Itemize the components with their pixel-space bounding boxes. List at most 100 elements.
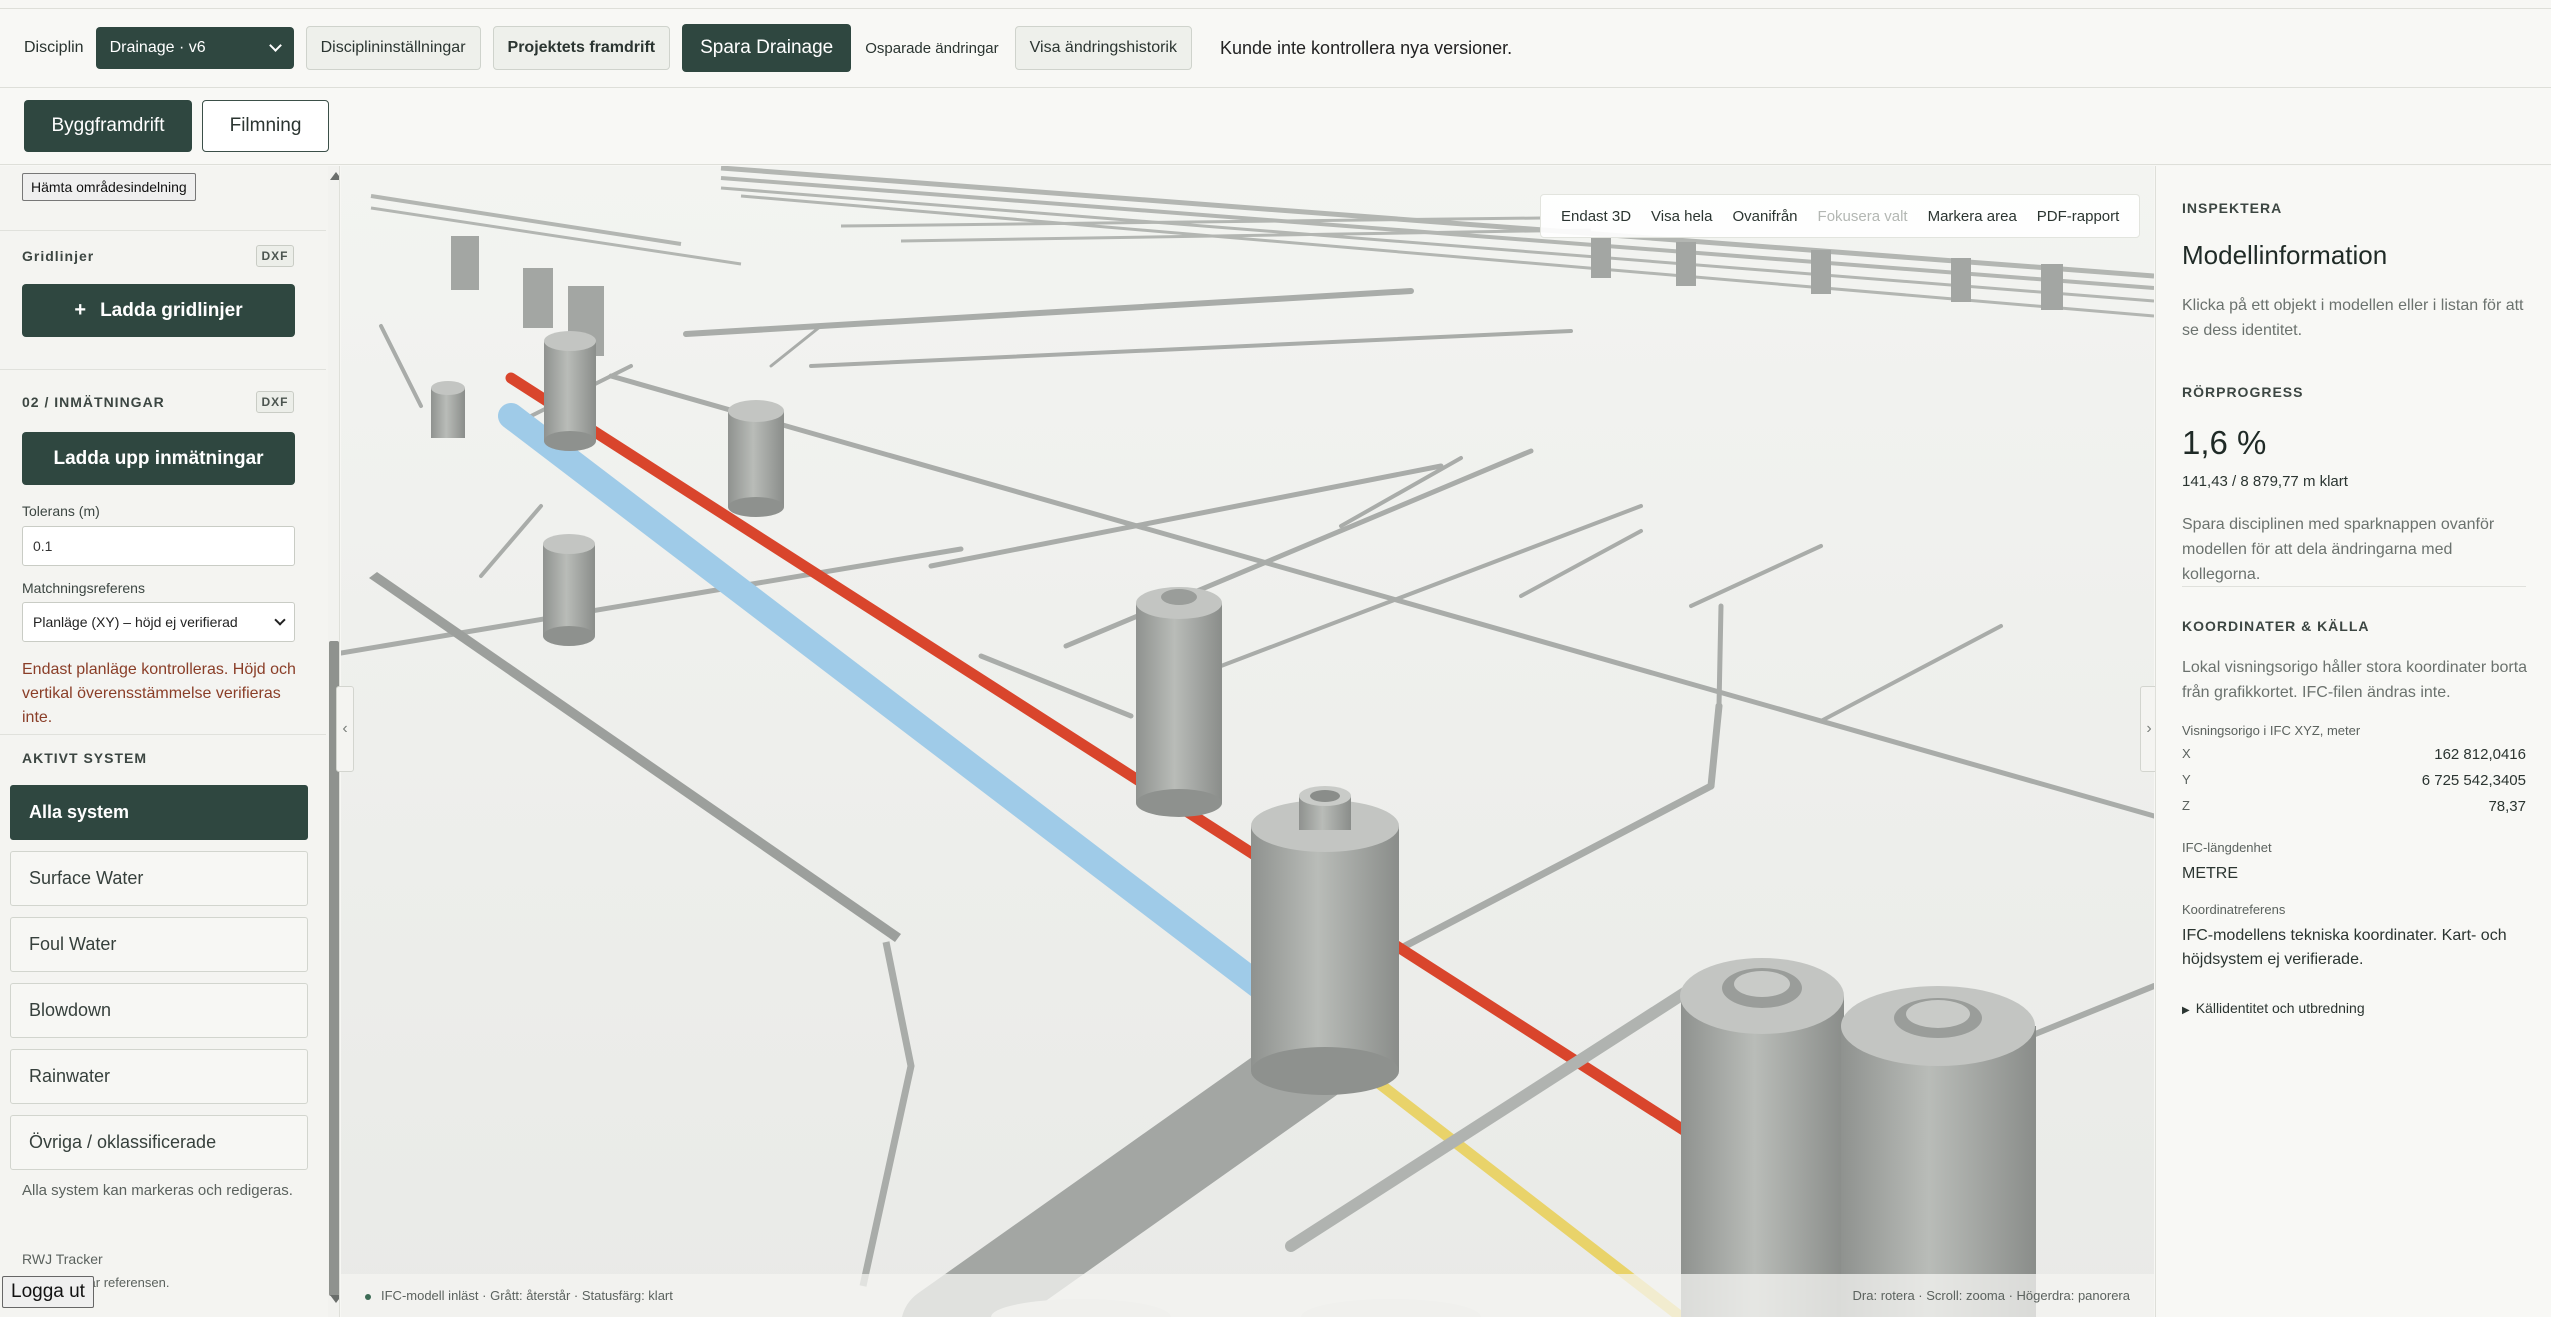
matching-reference-label: Matchningsreferens <box>22 580 145 596</box>
manhole <box>1680 958 1844 1317</box>
left-sidebar: Hämta områdesindelning Gridlinjer DXF + … <box>0 166 340 1317</box>
pipe-progress-note: Spara disciplinen med sparknappen ovanfö… <box>2182 516 2495 583</box>
pdf-report-button[interactable]: PDF-rapport <box>2027 208 2130 225</box>
system-item-rainwater[interactable]: Rainwater <box>10 1049 308 1104</box>
version-check-message: Kunde inte kontrollera nya versioner. <box>1219 37 1513 58</box>
collapse-left-panel-button[interactable]: ‹ <box>336 686 354 772</box>
plus-icon: + <box>74 299 87 321</box>
source-identity-label: Källidentitet och utbredning <box>2195 1000 2365 1016</box>
coord-z-label: Z <box>2182 798 2190 813</box>
coord-y-row: Y 6 725 542,3405 <box>2182 772 2526 789</box>
scroll-up-icon[interactable] <box>330 172 339 180</box>
active-system-note: Alla system kan markeras och redigeras. <box>22 1182 293 1199</box>
scroll-down-icon[interactable] <box>330 1295 339 1303</box>
unit-label: IFC-längdenhet <box>2182 840 2272 855</box>
fetch-areas-button[interactable]: Hämta områdesindelning <box>22 173 196 201</box>
system-item-surface-water[interactable]: Surface Water <box>10 851 308 906</box>
chevron-right-icon: › <box>2146 720 2152 737</box>
unit-value: METRE <box>2182 865 2238 882</box>
top-view-button[interactable]: Ovanifrån <box>1722 208 1807 225</box>
divider <box>2182 586 2526 587</box>
system-item-all[interactable]: Alla system <box>10 785 308 840</box>
system-item-foul-water[interactable]: Foul Water <box>10 917 308 972</box>
gridlines-heading: Gridlinjer <box>22 248 95 264</box>
origin-label: Visningsorigo i IFC XYZ, meter <box>2182 723 2361 738</box>
top-bar: Disciplin Drainage · v6 Disciplininställ… <box>0 8 2551 88</box>
manhole <box>1841 986 2036 1317</box>
triangle-right-icon: ▶ <box>2182 1005 2190 1016</box>
chevron-down-icon <box>268 39 282 52</box>
chevron-down-icon <box>274 613 286 626</box>
system-item-other[interactable]: Övriga / oklassificerade <box>10 1115 308 1170</box>
coord-y-value: 6 725 542,3405 <box>2421 772 2526 789</box>
show-all-button[interactable]: Visa hela <box>1641 208 1722 225</box>
viewport-status-bar: IFC-modell inläst · Grått: återstår · St… <box>341 1274 2154 1317</box>
divider <box>0 734 326 735</box>
discipline-select-value: Drainage · v6 <box>109 39 206 56</box>
coord-ref-label: Koordinatreferens <box>2182 902 2286 917</box>
model-status: IFC-modell inläst · Grått: återstår · St… <box>365 1288 673 1303</box>
tab-filming[interactable]: Filmning <box>202 100 329 152</box>
system-item-blowdown[interactable]: Blowdown <box>10 983 308 1038</box>
tab-construction-progress[interactable]: Byggframdrift <box>24 100 192 152</box>
coord-x-value: 162 812,0416 <box>2434 746 2526 763</box>
model-viewport[interactable]: Endast 3D Visa hela Ovanifrån Fokusera v… <box>341 166 2154 1317</box>
logout-button[interactable]: Logga ut <box>2 1276 94 1308</box>
viewport-toolbar: Endast 3D Visa hela Ovanifrån Fokusera v… <box>1540 194 2141 238</box>
coord-z-row: Z 78,37 <box>2182 798 2526 815</box>
pipe-progress-detail: 141,43 / 8 879,77 m klart <box>2182 473 2348 490</box>
discipline-label: Disciplin <box>24 39 84 56</box>
pipe-model-render[interactable] <box>341 166 2154 1317</box>
manhole <box>543 534 595 646</box>
inspect-heading: INSPEKTERA <box>2182 200 2283 216</box>
save-discipline-button[interactable]: Spara Drainage <box>682 24 852 72</box>
coord-z-value: 78,37 <box>2488 798 2526 815</box>
manhole <box>1136 587 1222 817</box>
inspector-panel: INSPEKTERA Modellinformation Klicka på e… <box>2155 166 2551 1317</box>
source-identity-details[interactable]: ▶ Källidentitet och utbredning <box>2182 1000 2365 1016</box>
manhole <box>1251 786 1399 1095</box>
sidebar-content: Hämta områdesindelning Gridlinjer DXF + … <box>0 166 326 1317</box>
tolerance-input[interactable]: 0.1 <box>22 526 295 566</box>
matching-reference-select[interactable]: Planläge (XY) – höjd ej verifierad <box>22 602 295 642</box>
coord-x-label: X <box>2182 746 2191 761</box>
manhole <box>728 400 784 517</box>
manhole <box>544 331 596 451</box>
tolerance-label: Tolerans (m) <box>22 503 100 519</box>
discipline-select[interactable]: Drainage · v6 <box>95 27 294 69</box>
coord-ref-value: IFC-modellens tekniska koordinater. Kart… <box>2182 927 2507 968</box>
manhole <box>431 381 465 438</box>
gridlines-dxf-badge: DXF <box>256 245 294 267</box>
active-system-heading: AKTIVT SYSTEM <box>22 750 148 766</box>
status-dot-icon <box>365 1293 371 1300</box>
chevron-left-icon: ‹ <box>342 720 348 737</box>
divider <box>0 369 326 370</box>
coordinates-text: Lokal visningsorigo håller stora koordin… <box>2182 659 2528 701</box>
inspect-hint: Klicka på ett objekt i modellen eller i … <box>2182 297 2524 339</box>
discipline-settings-button[interactable]: Disciplininställningar <box>305 26 481 70</box>
only-3d-button[interactable]: Endast 3D <box>1551 208 1641 225</box>
unsaved-changes-status: Osparade ändringar <box>865 39 999 57</box>
upload-measurements-button[interactable]: Ladda upp inmätningar <box>22 432 295 485</box>
load-gridlines-label: Ladda gridlinjer <box>100 299 243 321</box>
focus-selected-button[interactable]: Fokusera valt <box>1808 208 1918 225</box>
model-status-text: IFC-modell inläst · Grått: återstår · St… <box>381 1288 673 1303</box>
coordinates-heading: KOORDINATER & KÄLLA <box>2182 618 2370 634</box>
app-name: RWJ Tracker <box>22 1251 103 1267</box>
coord-y-label: Y <box>2182 772 2191 787</box>
pipe-progress-heading: RÖRPROGRESS <box>2182 384 2304 400</box>
coord-x-row: X 162 812,0416 <box>2182 746 2526 763</box>
load-gridlines-button[interactable]: + Ladda gridlinjer <box>22 284 295 337</box>
show-history-button[interactable]: Visa ändringshistorik <box>1014 26 1192 70</box>
divider <box>0 230 326 231</box>
select-area-button[interactable]: Markera area <box>1918 208 2027 225</box>
matching-reference-value: Planläge (XY) – höjd ej verifierad <box>33 614 238 630</box>
measurements-dxf-badge: DXF <box>256 391 294 413</box>
measurements-heading: 02 / INMÄTNINGAR <box>22 394 165 410</box>
project-progress-button[interactable]: Projektets framdrift <box>492 26 671 70</box>
model-info-title: Modellinformation <box>2182 240 2388 270</box>
planar-only-warning: Endast planläge kontrolleras. Höjd och v… <box>22 661 296 726</box>
tab-bar: Byggframdrift Filmning <box>0 88 2551 165</box>
navigation-hints: Dra: rotera · Scroll: zooma · Högerdra: … <box>1852 1288 2130 1303</box>
pipe-progress-value: 1,6 % <box>2182 424 2267 461</box>
